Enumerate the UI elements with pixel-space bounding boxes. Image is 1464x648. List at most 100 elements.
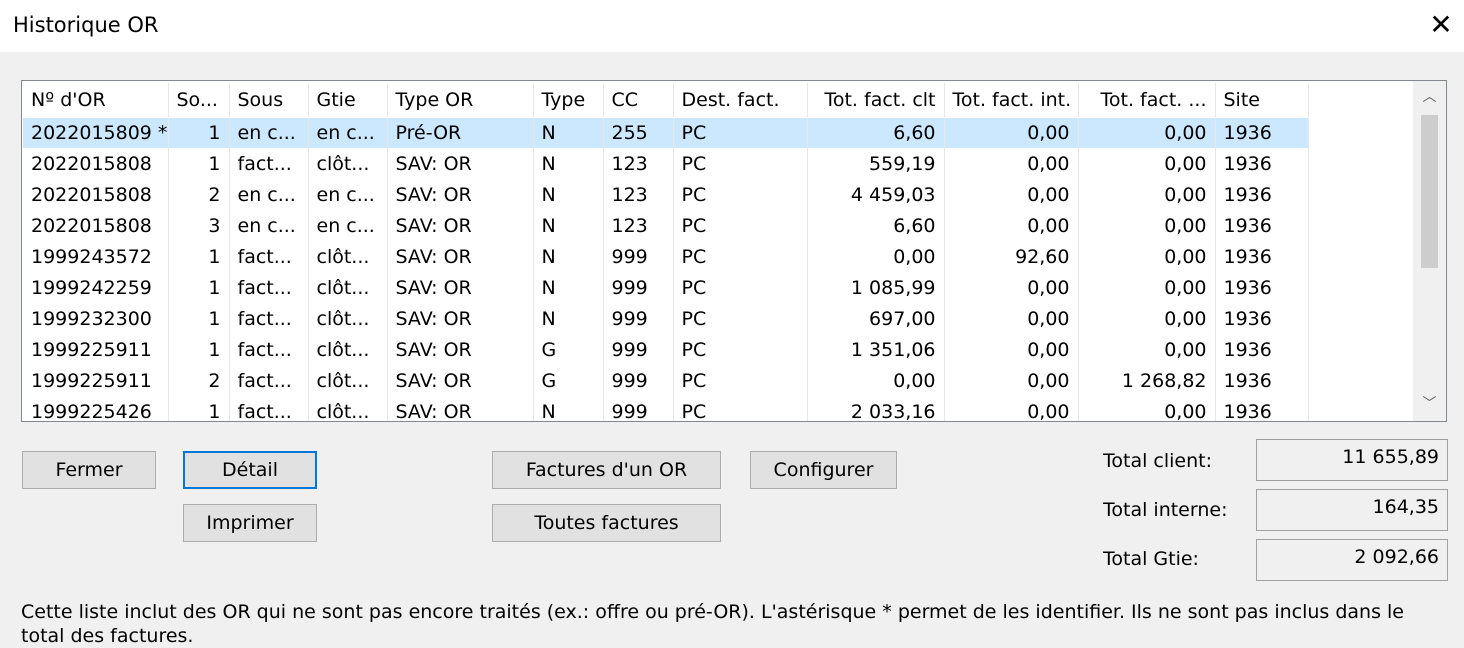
cell-type-or: SAV: OR bbox=[387, 272, 534, 303]
cell-gtie: clôt... bbox=[308, 365, 388, 396]
cell-no-or: 1999225426 bbox=[23, 396, 169, 421]
cell-type: N bbox=[533, 179, 604, 210]
cell-sous: fact... bbox=[229, 303, 309, 334]
cell-so: 1 bbox=[168, 334, 230, 365]
table-row[interactable]: 2022015809 * 1 en c... en c... Pré-OR N 255 PC 6… bbox=[23, 117, 1309, 148]
cell-type: N bbox=[533, 303, 604, 334]
close-icon[interactable]: ✕ bbox=[1426, 10, 1456, 40]
cell-dest-fact: PC bbox=[673, 396, 808, 421]
detail-button[interactable]: Détail bbox=[183, 451, 317, 489]
cell-sous: fact... bbox=[229, 396, 309, 421]
cell-so: 1 bbox=[168, 303, 230, 334]
cell-cc: 999 bbox=[603, 303, 674, 334]
cell-site: 1936 bbox=[1215, 303, 1309, 334]
table-row[interactable]: 1999225426 1 fact... clôt... SAV: OR N 999 PC 2 … bbox=[23, 396, 1309, 421]
factures-or-button[interactable]: Factures d'un OR bbox=[492, 451, 721, 489]
cell-site: 1936 bbox=[1215, 148, 1309, 179]
cell-gtie: en c... bbox=[308, 117, 388, 148]
cell-type-or: SAV: OR bbox=[387, 148, 534, 179]
cell-dest-fact: PC bbox=[673, 148, 808, 179]
cell-type: N bbox=[533, 148, 604, 179]
cell-tot-fact-gtie: 0,00 bbox=[1078, 303, 1216, 334]
col-header-no-or[interactable]: Nº d'OR bbox=[23, 83, 169, 118]
imprimer-button[interactable]: Imprimer bbox=[183, 504, 317, 542]
cell-type: G bbox=[533, 334, 604, 365]
cell-so: 1 bbox=[168, 272, 230, 303]
cell-tot-fact-clt: 0,00 bbox=[807, 365, 945, 396]
cell-dest-fact: PC bbox=[673, 117, 808, 148]
table-row[interactable]: 2022015808 3 en c... en c... SAV: OR N 123 PC 6,… bbox=[23, 210, 1309, 241]
cell-so: 1 bbox=[168, 117, 230, 148]
cell-gtie: clôt... bbox=[308, 272, 388, 303]
cell-no-or: 1999232300 bbox=[23, 303, 169, 334]
table-row[interactable]: 1999232300 1 fact... clôt... SAV: OR N 999 PC 69… bbox=[23, 303, 1309, 334]
cell-tot-fact-clt: 2 033,16 bbox=[807, 396, 945, 421]
cell-site: 1936 bbox=[1215, 272, 1309, 303]
table-row[interactable]: 2022015808 2 en c... en c... SAV: OR N 123 PC 4 … bbox=[23, 179, 1309, 210]
chevron-down-icon[interactable]: ﹀ bbox=[1413, 388, 1446, 421]
total-gtie-label: Total Gtie: bbox=[1103, 548, 1199, 570]
col-header-dest-fact[interactable]: Dest. fact. bbox=[673, 83, 808, 118]
cell-type-or: Pré-OR bbox=[387, 117, 534, 148]
cell-type-or: SAV: OR bbox=[387, 334, 534, 365]
cell-gtie: clôt... bbox=[308, 148, 388, 179]
cell-tot-fact-clt: 1 085,99 bbox=[807, 272, 945, 303]
col-header-type-or[interactable]: Type OR bbox=[387, 83, 534, 118]
cell-dest-fact: PC bbox=[673, 334, 808, 365]
table-row[interactable]: 1999225911 2 fact... clôt... SAV: OR G 999 PC 0,… bbox=[23, 365, 1309, 396]
total-interne-label: Total interne: bbox=[1103, 499, 1228, 521]
table-row[interactable]: 2022015808 1 fact... clôt... SAV: OR N 123 PC 55… bbox=[23, 148, 1309, 179]
cell-cc: 123 bbox=[603, 179, 674, 210]
cell-site: 1936 bbox=[1215, 117, 1309, 148]
cell-dest-fact: PC bbox=[673, 241, 808, 272]
cell-cc: 999 bbox=[603, 334, 674, 365]
col-header-site[interactable]: Site bbox=[1215, 83, 1309, 118]
cell-tot-fact-int: 0,00 bbox=[944, 179, 1079, 210]
or-history-list[interactable]: Nº d'OR So... Sous Gtie Type OR Type CC … bbox=[21, 80, 1447, 422]
scrollbar-thumb[interactable] bbox=[1421, 115, 1438, 268]
cell-tot-fact-gtie: 0,00 bbox=[1078, 396, 1216, 421]
cell-tot-fact-clt: 1 351,06 bbox=[807, 334, 945, 365]
cell-tot-fact-int: 0,00 bbox=[944, 303, 1079, 334]
total-client-label: Total client: bbox=[1103, 450, 1212, 472]
col-header-tot-fact-int[interactable]: Tot. fact. int. bbox=[944, 83, 1079, 118]
table-row[interactable]: 1999225911 1 fact... clôt... SAV: OR G 999 PC 1 … bbox=[23, 334, 1309, 365]
vertical-scrollbar[interactable]: ︿ ﹀ bbox=[1413, 81, 1446, 421]
table-row[interactable]: 1999243572 1 fact... clôt... SAV: OR N 999 PC 0,… bbox=[23, 241, 1309, 272]
cell-so: 2 bbox=[168, 179, 230, 210]
cell-so: 1 bbox=[168, 148, 230, 179]
col-header-gtie[interactable]: Gtie bbox=[308, 83, 388, 118]
col-header-cc[interactable]: CC bbox=[603, 83, 674, 118]
total-interne-value: 164,35 bbox=[1256, 489, 1448, 531]
cell-tot-fact-int: 92,60 bbox=[944, 241, 1079, 272]
fermer-button[interactable]: Fermer bbox=[22, 451, 156, 489]
cell-type-or: SAV: OR bbox=[387, 210, 534, 241]
cell-sous: fact... bbox=[229, 241, 309, 272]
or-table: Nº d'OR So... Sous Gtie Type OR Type CC … bbox=[23, 83, 1309, 421]
configurer-button[interactable]: Configurer bbox=[750, 451, 897, 489]
cell-cc: 255 bbox=[603, 117, 674, 148]
cell-sous: en c... bbox=[229, 179, 309, 210]
cell-tot-fact-int: 0,00 bbox=[944, 365, 1079, 396]
chevron-up-icon[interactable]: ︿ bbox=[1413, 81, 1446, 114]
cell-cc: 123 bbox=[603, 210, 674, 241]
cell-no-or: 2022015808 bbox=[23, 148, 169, 179]
col-header-sous[interactable]: Sous bbox=[229, 83, 309, 118]
cell-tot-fact-clt: 6,60 bbox=[807, 210, 945, 241]
cell-sous: fact... bbox=[229, 334, 309, 365]
total-gtie-value: 2 092,66 bbox=[1256, 539, 1448, 581]
cell-cc: 999 bbox=[603, 365, 674, 396]
cell-tot-fact-clt: 559,19 bbox=[807, 148, 945, 179]
cell-type-or: SAV: OR bbox=[387, 303, 534, 334]
col-header-so[interactable]: So... bbox=[168, 83, 230, 118]
cell-so: 1 bbox=[168, 396, 230, 421]
cell-gtie: clôt... bbox=[308, 241, 388, 272]
cell-gtie: clôt... bbox=[308, 396, 388, 421]
table-row[interactable]: 1999242259 1 fact... clôt... SAV: OR N 999 PC 1 … bbox=[23, 272, 1309, 303]
col-header-tot-fact-clt[interactable]: Tot. fact. clt bbox=[807, 83, 945, 118]
col-header-tot-fact-gtie[interactable]: Tot. fact. ... bbox=[1078, 83, 1216, 118]
cell-site: 1936 bbox=[1215, 210, 1309, 241]
col-header-type[interactable]: Type bbox=[533, 83, 604, 118]
cell-dest-fact: PC bbox=[673, 179, 808, 210]
toutes-factures-button[interactable]: Toutes factures bbox=[492, 504, 721, 542]
